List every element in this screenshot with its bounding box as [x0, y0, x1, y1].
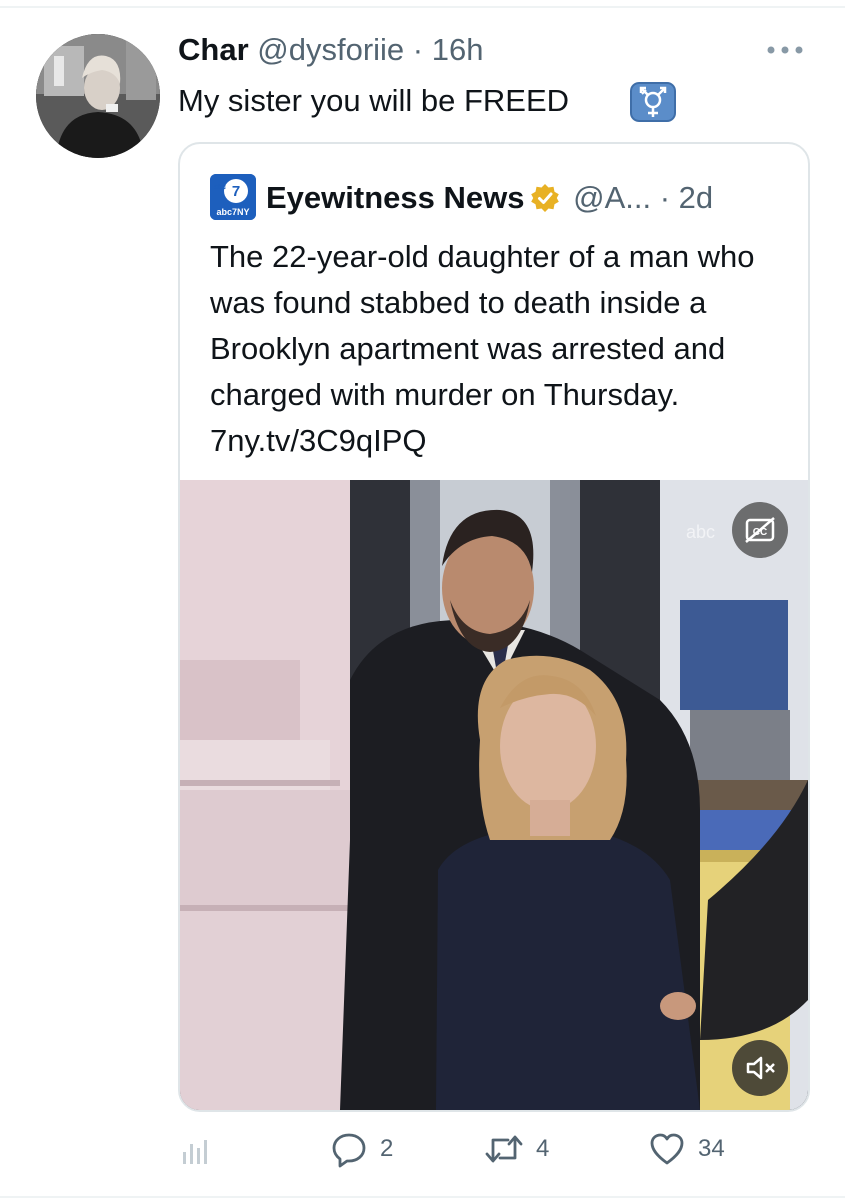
retweet-icon — [484, 1130, 524, 1168]
video-frame: abc — [180, 480, 808, 1110]
quote-header: Eyewitness News @A... · 2d — [266, 178, 713, 218]
quote-timestamp[interactable]: 2d — [679, 180, 713, 215]
like-count: 34 — [698, 1135, 725, 1162]
bottom-divider — [0, 1196, 845, 1198]
speaker-muted-icon[interactable] — [732, 1040, 788, 1096]
quote-handle[interactable]: @A... — [573, 180, 651, 215]
logo-text-bottom: abc7NY — [216, 207, 249, 217]
tweet-action-bar: 2 4 34 — [178, 1126, 778, 1172]
like-heart-icon — [648, 1131, 686, 1167]
reply-icon — [330, 1130, 368, 1168]
logo-text-top: abc — [214, 184, 226, 191]
retweet-count: 4 — [536, 1135, 550, 1162]
author-handle[interactable]: @dysforiie — [257, 32, 404, 67]
abc-watermark: abc — [686, 522, 715, 542]
quote-source-name[interactable]: Eyewitness News — [266, 180, 524, 215]
video-player[interactable]: abc CC — [180, 480, 808, 1110]
tweet-timestamp[interactable]: 16h — [432, 32, 484, 67]
quoted-tweet-card[interactable]: 7 abc abc7NY Eyewitness News @A... · 2d … — [178, 142, 810, 1112]
abc7ny-logo: 7 abc abc7NY — [210, 174, 256, 220]
avatar-photo — [36, 34, 160, 158]
quote-separator: · — [659, 180, 671, 215]
like-button[interactable]: 34 — [648, 1126, 725, 1172]
quote-text: The 22-year-old daughter of a man who wa… — [210, 239, 755, 458]
transgender-symbol-icon — [630, 82, 676, 122]
closed-captions-off-icon[interactable]: CC — [732, 502, 788, 558]
reply-count: 2 — [380, 1135, 394, 1162]
svg-text:7: 7 — [232, 183, 240, 200]
header-separator: · — [412, 32, 424, 67]
author-name[interactable]: Char — [178, 32, 249, 67]
top-divider — [0, 6, 845, 8]
tweet-header: Char @dysforiie · 16h — [178, 30, 483, 70]
more-options-icon[interactable] — [764, 40, 806, 60]
tweet-text: My sister you will be FREED — [178, 83, 570, 118]
reply-button[interactable]: 2 — [330, 1126, 393, 1172]
analytics-icon — [178, 1132, 212, 1166]
retweet-button[interactable]: 4 — [484, 1126, 549, 1172]
analytics-button[interactable] — [178, 1126, 212, 1172]
verified-badge-gold-icon — [530, 183, 560, 213]
author-avatar[interactable] — [36, 34, 160, 158]
